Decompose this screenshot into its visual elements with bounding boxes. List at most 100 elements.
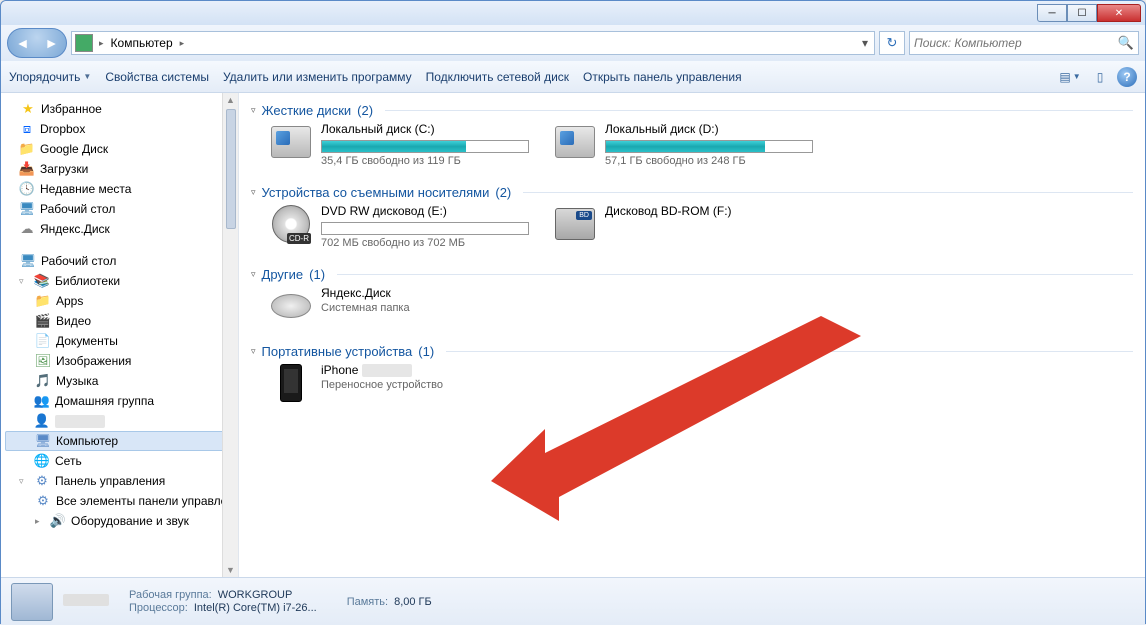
desktop-icon: 🖥 bbox=[19, 201, 35, 217]
hdd-icon bbox=[553, 122, 597, 162]
sidebar-item-label: Музыка bbox=[56, 374, 98, 388]
close-button[interactable]: ✕ bbox=[1097, 4, 1141, 22]
chevron-down-icon[interactable]: ▿ bbox=[19, 276, 29, 287]
group-header[interactable]: ▿Жесткие диски (2) bbox=[251, 99, 1133, 122]
maximize-button[interactable]: ☐ bbox=[1067, 4, 1097, 22]
memory-value: 8,00 ГБ bbox=[394, 596, 432, 608]
sidebar-user[interactable]: 👤 bbox=[1, 411, 238, 431]
sidebar-item-label: Рабочий стол bbox=[40, 202, 115, 216]
map-drive-button[interactable]: Подключить сетевой диск bbox=[426, 70, 569, 84]
search-icon: 🔍 bbox=[1118, 35, 1134, 51]
breadcrumb-computer[interactable]: Компьютер bbox=[107, 36, 177, 50]
back-button[interactable]: ◄ bbox=[8, 35, 37, 51]
chevron-down-icon: ▼ bbox=[83, 72, 91, 81]
chevron-right-icon[interactable]: ▸ bbox=[35, 516, 45, 527]
open-controlpanel-button[interactable]: Открыть панель управления bbox=[583, 70, 742, 84]
homegroup-label: Домашняя группа bbox=[55, 394, 154, 408]
computer-icon: 🖥 bbox=[35, 433, 51, 449]
address-history-dropdown[interactable]: ▾ bbox=[856, 36, 874, 50]
video-icon: 🎬 bbox=[35, 313, 51, 329]
group-header[interactable]: ▿Портативные устройства (1) bbox=[251, 340, 1133, 363]
group-count: (2) bbox=[495, 185, 511, 200]
minimize-button[interactable]: ─ bbox=[1037, 4, 1067, 22]
drive-c[interactable]: Локальный диск (C:) 35,4 ГБ свободно из … bbox=[269, 122, 529, 167]
sidebar-scrollbar[interactable] bbox=[222, 93, 238, 577]
status-details: Рабочая группа:WORKGROUP Процессор:Intel… bbox=[129, 589, 317, 614]
sidebar-controlpanel[interactable]: ▿⚙Панель управления bbox=[1, 471, 238, 491]
drive-yandex[interactable]: Яндекс.Диск Системная папка bbox=[269, 286, 529, 326]
group-header[interactable]: ▿Устройства со съемными носителями (2) bbox=[251, 181, 1133, 204]
music-icon: 🎵 bbox=[35, 373, 51, 389]
group-other: ▿Другие (1) Яндекс.Диск Системная папка bbox=[251, 263, 1133, 326]
sidebar-homegroup[interactable]: 👥Домашняя группа bbox=[1, 391, 238, 411]
search-box[interactable]: 🔍 bbox=[909, 31, 1139, 55]
sidebar-item-gdrive[interactable]: 📁Google Диск bbox=[1, 139, 238, 159]
toolbar: Упорядочить▼ Свойства системы Удалить ил… bbox=[1, 61, 1145, 93]
group-header[interactable]: ▿Другие (1) bbox=[251, 263, 1133, 286]
forward-button[interactable]: ► bbox=[37, 35, 66, 51]
window-buttons: ─ ☐ ✕ bbox=[1037, 4, 1141, 22]
organize-menu[interactable]: Упорядочить▼ bbox=[9, 70, 91, 84]
system-properties-button[interactable]: Свойства системы bbox=[105, 70, 209, 84]
search-input[interactable] bbox=[914, 36, 1118, 50]
sidebar-lib-video[interactable]: 🎬Видео bbox=[1, 311, 238, 331]
drive-label: Локальный диск (D:) bbox=[605, 122, 813, 138]
group-title: Другие bbox=[262, 267, 304, 282]
badge: CD-R bbox=[287, 233, 311, 244]
sidebar-desktop-root[interactable]: 🖥Рабочий стол bbox=[1, 251, 238, 271]
computer-name-blurred bbox=[63, 594, 109, 606]
bd-icon: BD bbox=[553, 204, 597, 244]
sidebar-item-recent[interactable]: 🕓Недавние места bbox=[1, 179, 238, 199]
chevron-down-icon: ▿ bbox=[251, 346, 256, 357]
navbar: ◄ ► ▸ Компьютер ▸ ▾ ↻ 🔍 bbox=[1, 25, 1145, 61]
drive-iphone[interactable]: iPhone Переносное устройство bbox=[269, 363, 529, 403]
group-title: Жесткие диски bbox=[262, 103, 352, 118]
sidebar-favorites[interactable]: ★Избранное bbox=[1, 99, 238, 119]
sidebar-item-label: Dropbox bbox=[40, 122, 85, 136]
navigation-pane: ★Избранное ⧈Dropbox 📁Google Диск 📥Загруз… bbox=[1, 93, 239, 577]
sidebar-cp-all[interactable]: ⚙Все элементы панели управле bbox=[1, 491, 238, 511]
drive-f[interactable]: BD Дисковод BD-ROM (F:) bbox=[553, 204, 813, 249]
sidebar-lib-docs[interactable]: 📄Документы bbox=[1, 331, 238, 351]
sidebar-item-label: Изображения bbox=[56, 354, 131, 368]
address-bar[interactable]: ▸ Компьютер ▸ ▾ bbox=[71, 31, 875, 55]
drive-e[interactable]: CD-R DVD RW дисковод (E:) 702 МБ свободн… bbox=[269, 204, 529, 249]
refresh-button[interactable]: ↻ bbox=[879, 31, 905, 55]
sidebar-item-downloads[interactable]: 📥Загрузки bbox=[1, 159, 238, 179]
organize-label: Упорядочить bbox=[9, 70, 80, 84]
chevron-down-icon: ▿ bbox=[251, 187, 256, 198]
scrollbar-thumb[interactable] bbox=[226, 109, 236, 229]
controlpanel-icon: ⚙ bbox=[34, 473, 50, 489]
cloud-icon: ☁ bbox=[19, 221, 35, 237]
uninstall-program-button[interactable]: Удалить или изменить программу bbox=[223, 70, 412, 84]
sidebar-item-yandex[interactable]: ☁ Яндекс.Диск bbox=[1, 219, 238, 239]
view-options-button[interactable]: ▤ ▼ bbox=[1057, 66, 1083, 88]
document-icon: 📄 bbox=[35, 333, 51, 349]
drive-freespace: 57,1 ГБ свободно из 248 ГБ bbox=[605, 155, 813, 167]
sidebar-lib-apps[interactable]: 📁Apps bbox=[1, 291, 238, 311]
sidebar-cp-hw[interactable]: ▸🔊Оборудование и звук bbox=[1, 511, 238, 531]
status-details: Память:8,00 ГБ bbox=[347, 596, 432, 608]
cd-icon: CD-R bbox=[269, 204, 313, 244]
sidebar-item-label: Яндекс.Диск bbox=[40, 222, 110, 236]
sidebar-lib-music[interactable]: 🎵 Музыка bbox=[1, 371, 238, 391]
preview-pane-button[interactable]: ▯ bbox=[1087, 66, 1113, 88]
computer-icon bbox=[75, 34, 93, 52]
group-hard-drives: ▿Жесткие диски (2) Локальный диск (C:) 3… bbox=[251, 99, 1133, 167]
sidebar-network[interactable]: 🌐Сеть bbox=[1, 451, 238, 471]
help-button[interactable]: ? bbox=[1117, 67, 1137, 87]
sidebar-libraries[interactable]: ▿📚Библиотеки bbox=[1, 271, 238, 291]
sidebar-item-desktop[interactable]: 🖥 Рабочий стол bbox=[1, 199, 238, 219]
sidebar-lib-images[interactable]: 🖼Изображения bbox=[1, 351, 238, 371]
hardware-icon: 🔊 bbox=[50, 513, 66, 529]
divider bbox=[446, 351, 1133, 352]
sidebar-item-dropbox[interactable]: ⧈Dropbox bbox=[1, 119, 238, 139]
explorer-window: ─ ☐ ✕ ◄ ► ▸ Компьютер ▸ ▾ ↻ 🔍 Упорядочит… bbox=[0, 0, 1146, 624]
sidebar-item-label: Apps bbox=[56, 294, 83, 308]
drive-subtitle: Переносное устройство bbox=[321, 379, 529, 391]
chevron-down-icon[interactable]: ▿ bbox=[19, 476, 29, 487]
group-count: (2) bbox=[357, 103, 373, 118]
drive-d[interactable]: Локальный диск (D:) 57,1 ГБ свободно из … bbox=[553, 122, 813, 167]
libraries-icon: 📚 bbox=[34, 273, 50, 289]
sidebar-computer[interactable]: 🖥Компьютер bbox=[5, 431, 234, 451]
